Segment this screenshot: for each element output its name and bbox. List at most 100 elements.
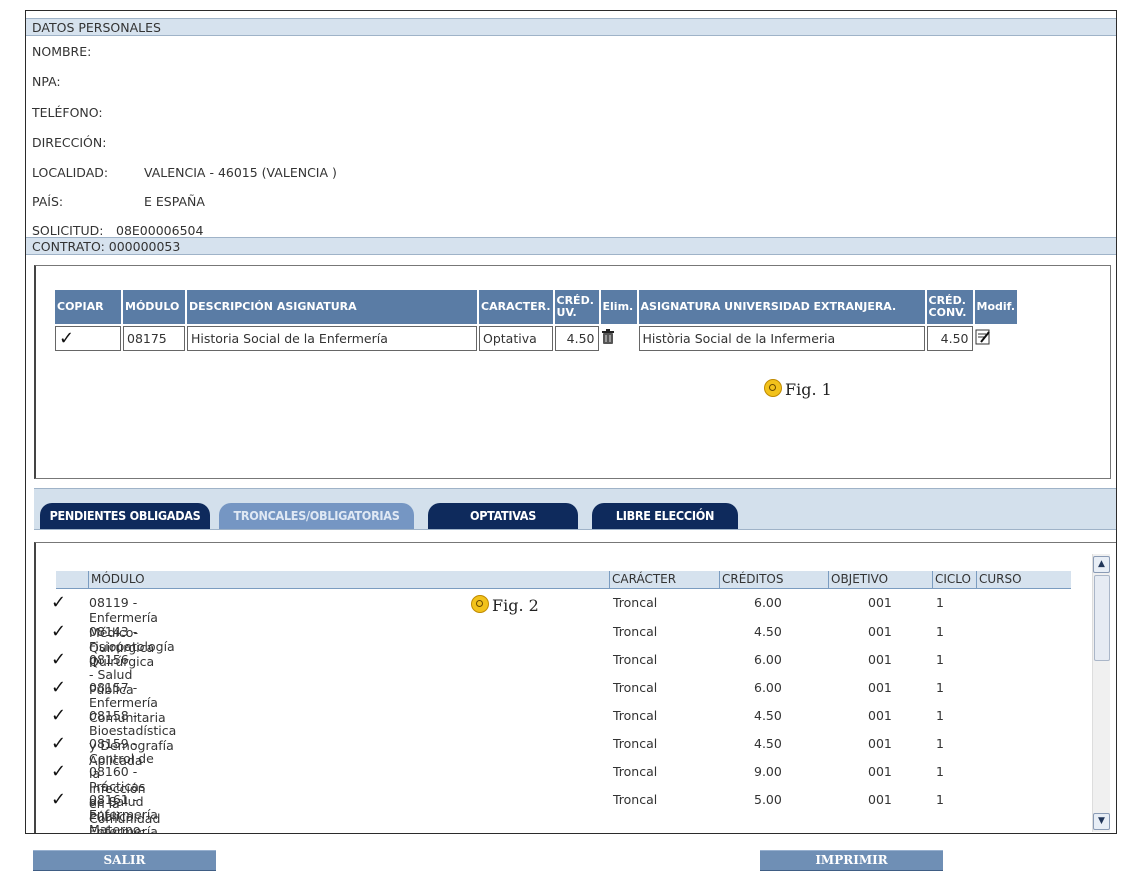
country-label: PAÍS:	[32, 194, 64, 209]
request-value: 08E00006504	[116, 223, 204, 238]
edit-icon[interactable]	[975, 329, 991, 345]
module-credits: 4.50	[754, 736, 782, 751]
col-course: CURSO	[976, 571, 1039, 588]
module-cycle: 1	[936, 764, 944, 779]
module-cycle: 1	[936, 624, 944, 639]
tab-optional[interactable]: OPTATIVAS	[428, 503, 578, 529]
module-objective: 001	[868, 652, 892, 667]
module-credits: 6.00	[754, 652, 782, 667]
col-module: MÓDULO	[123, 290, 185, 324]
delete-cell	[600, 326, 637, 351]
module-character: Troncal	[613, 624, 658, 639]
module-character: Troncal	[613, 736, 658, 751]
module-objective: 001	[868, 764, 892, 779]
module-credits: 6.00	[754, 595, 782, 610]
contract-bar: CONTRATO: 000000053	[26, 237, 1116, 255]
scroll-down-icon[interactable]: ▼	[1093, 813, 1110, 830]
col-credits: CRÉDITOS	[719, 571, 822, 588]
module-objective: 001	[868, 595, 892, 610]
module-credits: 5.00	[754, 792, 782, 807]
scroll-thumb[interactable]	[1094, 575, 1110, 661]
module-cycle: 1	[936, 736, 944, 751]
trash-icon[interactable]	[601, 329, 615, 345]
col-credits-conv: CRÉD. CONV.	[926, 290, 973, 324]
col-foreign-subject: ASIGNATURA UNIVERSIDAD EXTRANJERA.	[638, 290, 925, 324]
check-icon: ✓	[51, 592, 67, 613]
fig1-label: Fig. 1	[764, 379, 832, 399]
check-icon: ✓	[51, 789, 67, 810]
contract-row: ✓ 08175 Historia Social de la Enfermería…	[55, 326, 1018, 351]
col-modify: Modif.	[974, 290, 1018, 324]
col-description: DESCRIPCIÓN ASIGNATURA	[187, 290, 477, 324]
module-cycle: 1	[936, 708, 944, 723]
print-button[interactable]: IMPRIMIR	[760, 850, 943, 871]
fig2-label: Fig. 2	[471, 595, 539, 615]
module-objective: 001	[868, 708, 892, 723]
module-objective: 001	[868, 624, 892, 639]
contract-module: 08175	[123, 326, 185, 351]
request-label: SOLICITUD:	[32, 223, 104, 238]
module-character: Troncal	[613, 595, 658, 610]
modify-cell	[974, 326, 1018, 351]
check-icon: ✓	[51, 705, 67, 726]
personal-data-header: DATOS PERSONALES	[26, 18, 1116, 36]
contract-table: COPIAR MÓDULO DESCRIPCIÓN ASIGNATURA CAR…	[53, 288, 1019, 353]
module-character: Troncal	[613, 708, 658, 723]
tab-free-choice[interactable]: LIBRE ELECCIÓN	[592, 503, 738, 529]
phone-label: TELÉFONO:	[32, 105, 103, 120]
contract-credits-uv: 4.50	[554, 326, 599, 351]
npa-label: NPA:	[32, 74, 61, 89]
contract-description: Historia Social de la Enfermería	[187, 326, 477, 351]
check-icon: ✓	[51, 621, 67, 642]
col-copy: COPIAR	[55, 290, 121, 324]
locality-value: VALENCIA - 46015 (VALENCIA )	[144, 165, 337, 180]
tab-strip: PENDIENTES OBLIGADAS TRONCALES/OBLIGATOR…	[34, 488, 1116, 530]
check-icon: ✓	[51, 733, 67, 754]
module-character: Troncal	[613, 792, 658, 807]
modules-header: MÓDULO CARÁCTER CRÉDITOS OBJETIVO CICLO …	[56, 571, 1071, 589]
col-credits-uv: CRÉD. UV.	[554, 290, 599, 324]
locality-label: LOCALIDAD:	[32, 165, 109, 180]
col-character: CARÁCTER	[609, 571, 712, 588]
col-character: CARACTER.	[479, 290, 553, 324]
module-name: 08161 - Enfermería Materno-Infantil I	[89, 792, 158, 834]
module-cycle: 1	[936, 652, 944, 667]
module-cycle: 1	[936, 680, 944, 695]
module-credits: 6.00	[754, 680, 782, 695]
module-character: Troncal	[613, 764, 658, 779]
scroll-up-icon[interactable]: ▲	[1093, 556, 1110, 573]
col-module: MÓDULO	[88, 571, 576, 588]
country-value: E ESPAÑA	[144, 194, 205, 209]
col-objective: OBJETIVO	[828, 571, 931, 588]
name-label: NOMBRE:	[32, 44, 92, 59]
module-credits: 9.00	[754, 764, 782, 779]
module-character: Troncal	[613, 680, 658, 695]
exit-button[interactable]: SALIR	[33, 850, 216, 871]
copy-check[interactable]: ✓	[55, 326, 121, 351]
module-objective: 001	[868, 680, 892, 695]
module-credits: 4.50	[754, 708, 782, 723]
contract-credits-conv: 4.50	[926, 326, 973, 351]
module-character: Troncal	[613, 652, 658, 667]
magnifier-icon	[764, 379, 782, 397]
tab-pending[interactable]: PENDIENTES OBLIGADAS	[40, 503, 210, 529]
check-icon: ✓	[51, 649, 67, 670]
address-label: DIRECCIÓN:	[32, 135, 107, 150]
contract-panel: COPIAR MÓDULO DESCRIPCIÓN ASIGNATURA CAR…	[34, 265, 1111, 479]
modules-scrollbar[interactable]: ▲ ▼	[1092, 554, 1110, 832]
tab-core[interactable]: TRONCALES/OBLIGATORIAS	[219, 503, 414, 529]
magnifier-icon	[471, 595, 489, 613]
module-objective: 001	[868, 792, 892, 807]
col-delete: Elim.	[600, 290, 637, 324]
col-cycle: CICLO	[932, 571, 975, 588]
contract-foreign-subject: Història Social de la Infermeria	[638, 326, 925, 351]
module-objective: 001	[868, 736, 892, 751]
check-icon: ✓	[51, 677, 67, 698]
module-cycle: 1	[936, 595, 944, 610]
check-icon: ✓	[51, 761, 67, 782]
contract-table-header: COPIAR MÓDULO DESCRIPCIÓN ASIGNATURA CAR…	[55, 290, 1018, 324]
module-credits: 4.50	[754, 624, 782, 639]
contract-character: Optativa	[479, 326, 553, 351]
module-cycle: 1	[936, 792, 944, 807]
main-frame: DATOS PERSONALES NOMBRE: NPA: TELÉFONO: …	[25, 10, 1117, 834]
